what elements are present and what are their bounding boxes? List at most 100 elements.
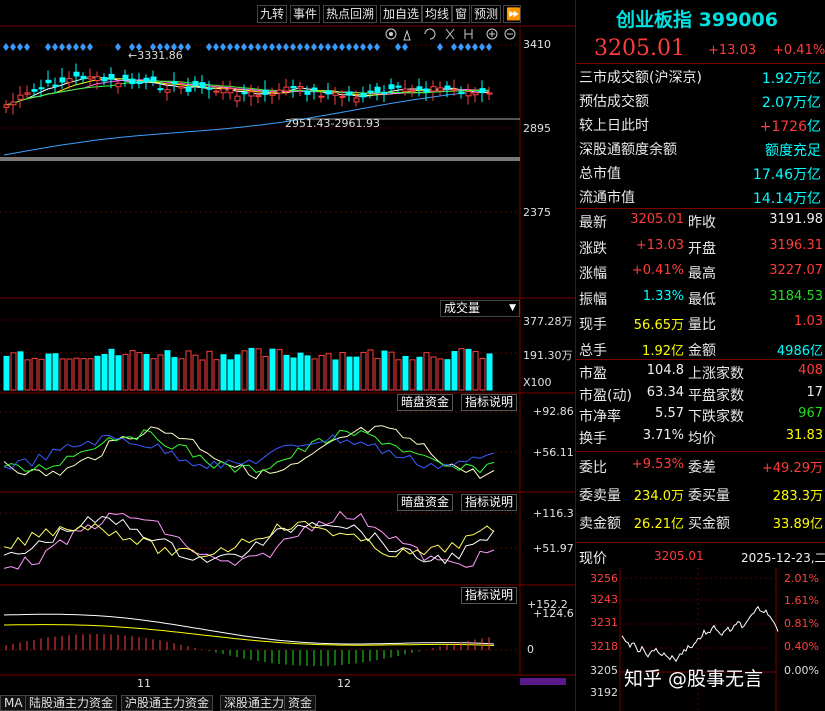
volume-bar [367,349,374,391]
signal-diamond [472,43,478,51]
indicator-help-button[interactable]: 指标说明 [461,587,518,604]
quote-label: 最低 [688,291,716,308]
volume-bar [3,355,10,391]
volume-bar [143,353,150,391]
volume-bar [157,354,164,391]
indicator-help-button[interactable]: 指标说明 [461,394,518,411]
volume-bar [290,357,297,391]
ind3-axis-label: 0 [527,643,534,656]
intraday-left-axis-label: 3243 [590,593,618,606]
quote-value: 17 [806,384,823,400]
candle-body [437,87,444,92]
candle-body [234,95,241,102]
quote-label: 总手 [579,342,607,359]
candle-body [465,91,472,97]
tab-fund[interactable]: 资金 [284,695,317,711]
indicator-line [3,520,495,558]
add-watchlist-button[interactable]: 加自选 [380,5,423,23]
candle-body [73,71,80,77]
candle-body [24,92,31,95]
signal-diamond [213,43,219,51]
tab-sh-connect-fund[interactable]: 沪股通主力资金 [121,695,214,711]
candle-body [206,87,213,90]
flag-icon[interactable]: ⏩ [503,5,521,23]
pen-icon [403,29,411,41]
candle-body [332,92,339,96]
quote-value: 1.03 [794,314,823,329]
signal-diamond [297,43,303,51]
signal-markers [3,43,492,51]
intraday-left-axis-label: 3218 [590,640,618,653]
volume-bar [73,357,80,391]
signal-diamond [346,43,352,51]
hotspot-review-button[interactable]: 热点回溯 [323,5,378,23]
stat-value: 1.92万亿 [761,71,821,87]
signal-diamond [66,43,72,51]
candle-body [248,91,255,97]
candle-body [486,92,493,95]
signal-diamond [486,43,492,51]
scissors-icon [445,28,455,40]
event-button[interactable]: 事件 [290,5,321,23]
signal-diamond [185,43,191,51]
quote-label: 最新 [579,215,607,231]
signal-diamond [339,43,345,51]
volume-bar [122,353,129,391]
intraday-left-axis-label: 3192 [590,686,618,699]
dark-fund-button[interactable]: 暗盘资金 [397,494,454,511]
candle-body [38,87,45,90]
candle-body [52,84,59,88]
window-button[interactable]: 窗 [452,5,471,23]
price-axis-label: 3410 [523,38,551,51]
quote-panel: 创业板指 399006 3205.01 +13.03 +0.41% 三市成交额(… [575,0,825,711]
jiuzhuan-button[interactable]: 九转 [257,5,288,23]
quote-value: 4986亿 [776,343,823,359]
current-price: 3205.01 [594,36,685,61]
quote-value: 56.65万 [633,318,684,333]
candle-body [136,81,143,85]
quote-label: 金额 [688,342,716,359]
intraday-date: 2025-12-23,二 [741,551,825,565]
tab-ma[interactable]: MA [0,695,27,711]
quote-label: 市盈(动) [579,387,632,404]
signal-diamond [311,43,317,51]
stat-value: 2.07万亿 [761,95,821,111]
intraday-label: 现价 [579,551,607,567]
signal-diamond [17,43,23,51]
quote-label: 买金额 [688,516,730,532]
indicator-help-button[interactable]: 指标说明 [461,494,518,511]
quote-label: 量比 [688,317,716,333]
intraday-left-axis-label: 3256 [590,572,618,585]
quote-value: +49.29万 [761,461,823,476]
quote-value: +13.03 [635,237,684,253]
volume-bar [269,348,276,391]
candle-body [150,76,157,82]
intraday-right-axis-label: 0.40% [784,640,819,653]
signal-diamond [248,43,254,51]
volume-bar [192,354,199,391]
ma-button[interactable]: 均线 [422,5,453,23]
signal-diamond [437,43,443,51]
candle-body [199,82,206,88]
price-axis-label: 2895 [523,122,551,135]
candle-body [3,104,10,108]
ind1-axis-label: +92.86 [533,405,574,418]
volume-bar [381,350,388,391]
volume-bar [66,358,73,391]
signal-diamond [262,43,268,51]
dark-fund-button[interactable]: 暗盘资金 [397,394,454,411]
signal-diamond [73,43,79,51]
signal-diamond [325,43,331,51]
volume-multiplier: X100 [523,376,552,389]
quote-value: 1.92亿 [642,343,684,359]
tab-hk-connect-fund[interactable]: 陆股通主力资金 [25,695,118,711]
quote-label: 昨收 [688,215,716,231]
ind1-axis-label: +56.11 [533,446,574,459]
candle-body [255,94,262,98]
volume-dropdown[interactable]: 成交量 ▼ [440,300,520,317]
candle-body [430,86,437,92]
volume-bar [262,355,269,391]
candle-body [262,89,269,95]
quote-label: 委差 [688,460,716,476]
predict-button[interactable]: 预测 [471,5,502,23]
